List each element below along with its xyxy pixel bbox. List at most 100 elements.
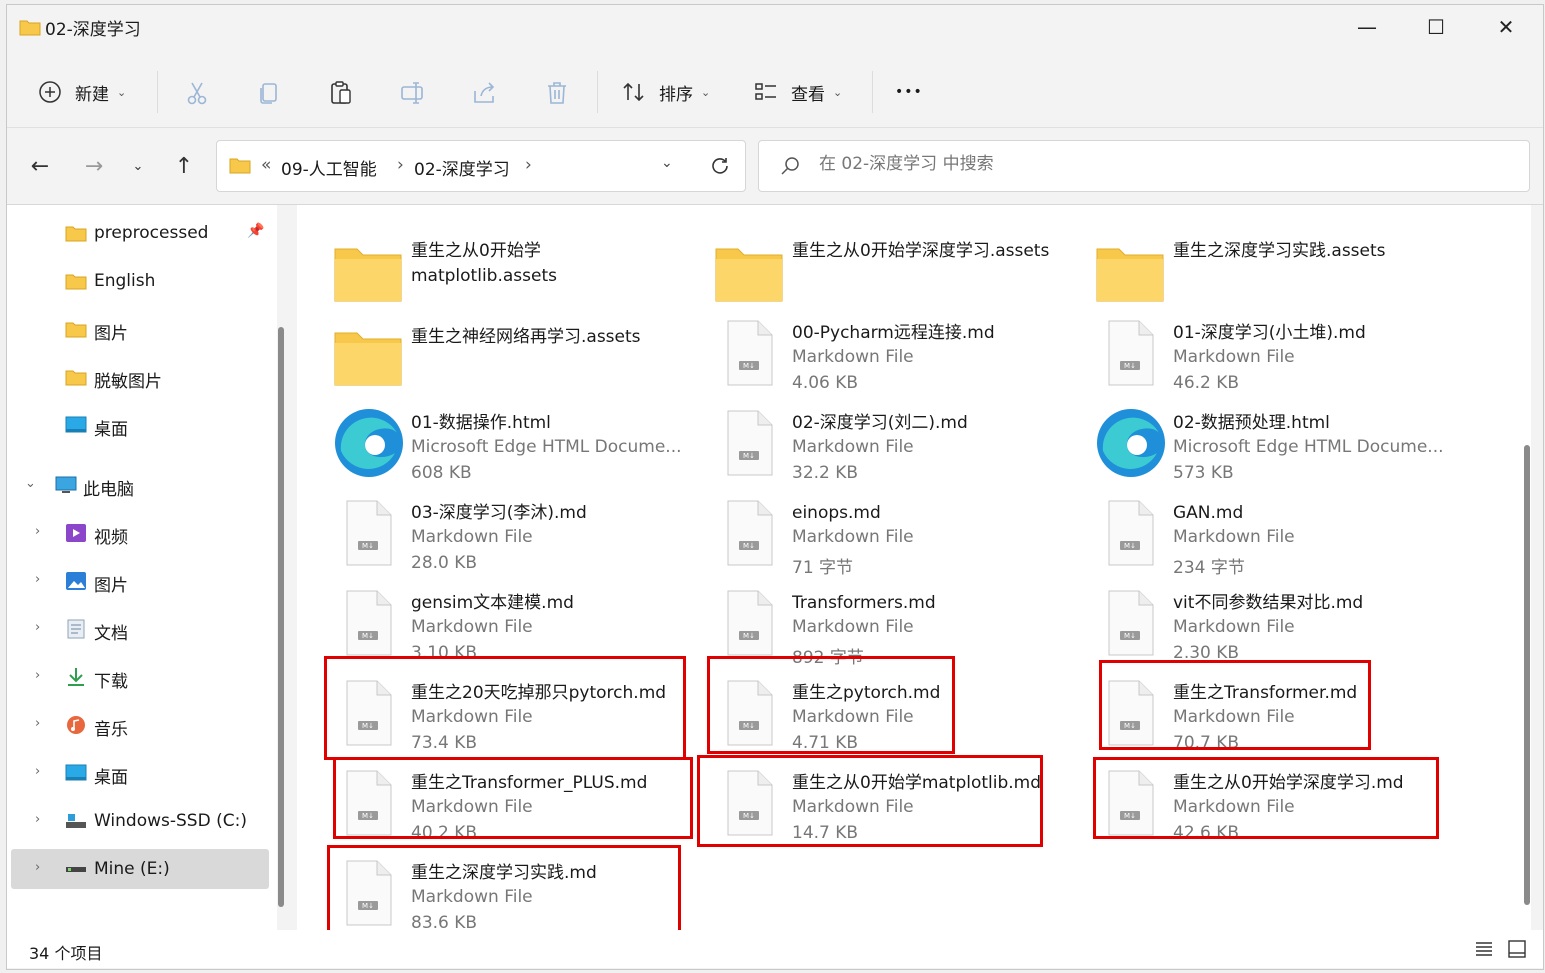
- sidebar-item-desktop[interactable]: › 桌面: [11, 753, 269, 793]
- sidebar-item-pictures[interactable]: › 图片: [11, 561, 269, 601]
- details-view-icon[interactable]: [1475, 940, 1493, 958]
- sidebar-item-documents[interactable]: › 文档: [11, 609, 269, 649]
- sidebar-item-label: 文档: [94, 624, 128, 644]
- cut-icon[interactable]: [183, 79, 211, 107]
- markdown-file-icon: M↓: [1108, 500, 1154, 566]
- folder-icon: [65, 226, 87, 242]
- pin-icon[interactable]: 📌: [247, 223, 264, 239]
- chevron-right-icon[interactable]: ›: [35, 620, 40, 635]
- plus-circle-icon: [39, 81, 61, 103]
- search-box[interactable]: [758, 140, 1530, 192]
- svg-text:M↓: M↓: [743, 362, 755, 370]
- sidebar-item-drive-c[interactable]: › Windows-SSD (C:): [11, 801, 269, 841]
- back-button[interactable]: ←: [25, 152, 55, 182]
- address-bar[interactable]: « 09-人工智能 › 02-深度学习 › ⌄: [216, 140, 746, 192]
- file-name: 02-数据预处理.html: [1173, 413, 1330, 433]
- file-type: Microsoft Edge HTML Docume...: [1173, 437, 1444, 457]
- music-icon: [67, 716, 85, 734]
- breadcrumb-overflow[interactable]: «: [261, 155, 271, 175]
- file-type: Markdown File: [411, 527, 533, 547]
- sidebar-item-label: 下载: [94, 672, 128, 692]
- file-tile[interactable]: M↓ 02-深度学习(刘二).md Markdown File 32.2 KB: [712, 403, 1082, 487]
- new-button[interactable]: 新建 ⌄: [37, 77, 126, 107]
- file-tile[interactable]: 重生之神经网络再学习.assets: [331, 317, 701, 401]
- file-type: Markdown File: [411, 617, 533, 637]
- file-tile[interactable]: 重生之从0开始学 matplotlib.assets: [331, 233, 701, 317]
- file-tile[interactable]: M↓ gensim文本建模.md Markdown File 3.10 KB: [331, 583, 701, 667]
- file-tile[interactable]: M↓ Transformers.md Markdown File 892 字节: [712, 583, 1082, 668]
- sidebar-scrollbar[interactable]: [278, 327, 284, 907]
- file-tile[interactable]: M↓ einops.md Markdown File 71 字节: [712, 493, 1082, 578]
- chevron-right-icon[interactable]: ›: [35, 572, 40, 587]
- sort-button[interactable]: 排序 ⌄: [621, 77, 710, 107]
- more-options-button[interactable]: •••: [895, 77, 923, 107]
- share-icon[interactable]: [471, 79, 499, 107]
- sidebar-item-masked-images[interactable]: 脱敏图片: [11, 357, 269, 397]
- breadcrumb-separator[interactable]: ›: [525, 155, 532, 175]
- sidebar-item-downloads[interactable]: › 下载: [11, 657, 269, 697]
- window-title: 02-深度学习: [45, 20, 141, 40]
- sidebar-item-english[interactable]: English: [11, 261, 269, 301]
- file-tile[interactable]: 01-数据操作.html Microsoft Edge HTML Docume.…: [331, 403, 701, 487]
- paste-icon[interactable]: [327, 79, 355, 107]
- minimize-button[interactable]: —: [1332, 5, 1402, 49]
- up-button[interactable]: ↑: [169, 152, 199, 182]
- file-type: Markdown File: [1173, 617, 1295, 637]
- copy-icon[interactable]: [255, 79, 283, 107]
- command-bar: 新建 ⌄ 排序 ⌄ 查看 ⌄ •••: [7, 53, 1543, 128]
- folder-icon: [334, 332, 402, 386]
- breadcrumb-item[interactable]: 09-人工智能: [281, 155, 377, 180]
- sidebar-item-music[interactable]: › 音乐: [11, 705, 269, 745]
- svg-text:M↓: M↓: [743, 632, 755, 640]
- file-tile[interactable]: M↓ 00-Pycharm远程连接.md Markdown File 4.06 …: [712, 313, 1082, 397]
- tiles-view-icon[interactable]: [1508, 940, 1526, 958]
- delete-icon[interactable]: [543, 79, 571, 107]
- sidebar-item-videos[interactable]: › 视频: [11, 513, 269, 553]
- sidebar-item-label: English: [94, 271, 156, 291]
- chevron-down-icon: ⌄: [117, 85, 127, 99]
- chevron-right-icon[interactable]: ›: [35, 668, 40, 683]
- sidebar-item-label: 音乐: [94, 720, 128, 740]
- search-input[interactable]: [817, 153, 1421, 175]
- file-name: gensim文本建模.md: [411, 593, 574, 613]
- sidebar-item-drive-e[interactable]: › Mine (E:): [11, 849, 269, 889]
- sort-icon: [623, 82, 644, 102]
- file-tile[interactable]: M↓ GAN.md Markdown File 234 字节: [1093, 493, 1463, 578]
- sidebar-item-preprocessed[interactable]: preprocessed 📌: [11, 213, 269, 253]
- recent-locations-button[interactable]: ⌄: [123, 152, 153, 182]
- sidebar-item-this-pc[interactable]: ⌄ 此电脑: [11, 465, 269, 505]
- sidebar-item-images-folder[interactable]: 图片: [11, 309, 269, 349]
- navigation-pane: preprocessed 📌 English 图片 脱敏图片 桌面 ⌄ 此电脑 …: [7, 205, 277, 930]
- refresh-icon[interactable]: [709, 155, 731, 177]
- view-button[interactable]: 查看 ⌄: [753, 77, 842, 107]
- address-dropdown-icon[interactable]: ⌄: [661, 155, 673, 171]
- file-name: 01-数据操作.html: [411, 413, 551, 433]
- close-button[interactable]: ✕: [1471, 5, 1541, 49]
- breadcrumb-separator[interactable]: ›: [397, 155, 404, 175]
- desktop-icon: [65, 764, 87, 781]
- file-tile[interactable]: 重生之从0开始学深度学习.assets: [712, 233, 1082, 317]
- file-tile[interactable]: M↓ 01-深度学习(小土堆).md Markdown File 46.2 KB: [1093, 313, 1463, 397]
- address-row: ← → ⌄ ↑ « 09-人工智能 › 02-深度学习 › ⌄: [7, 128, 1543, 205]
- documents-icon: [67, 619, 85, 639]
- highlight-box: [327, 845, 681, 941]
- forward-button[interactable]: →: [79, 152, 109, 182]
- highlight-box: [333, 757, 693, 839]
- content-scrollbar[interactable]: [1524, 445, 1530, 905]
- svg-text:M↓: M↓: [1124, 362, 1136, 370]
- sidebar-item-desktop-quick[interactable]: 桌面: [11, 405, 269, 445]
- chevron-right-icon[interactable]: ›: [35, 764, 40, 779]
- file-tile[interactable]: M↓ vit不同参数结果对比.md Markdown File 2.30 KB: [1093, 583, 1463, 667]
- chevron-right-icon[interactable]: ›: [35, 812, 40, 827]
- maximize-button[interactable]: ☐: [1401, 5, 1471, 49]
- rename-icon[interactable]: [399, 79, 427, 107]
- chevron-down-icon[interactable]: ⌄: [25, 476, 36, 491]
- markdown-file-icon: M↓: [727, 320, 773, 386]
- chevron-right-icon[interactable]: ›: [35, 860, 40, 875]
- chevron-right-icon[interactable]: ›: [35, 524, 40, 539]
- file-tile[interactable]: 02-数据预处理.html Microsoft Edge HTML Docume…: [1093, 403, 1463, 487]
- file-tile[interactable]: 重生之深度学习实践.assets: [1093, 233, 1463, 317]
- file-tile[interactable]: M↓ 03-深度学习(李沐).md Markdown File 28.0 KB: [331, 493, 701, 577]
- chevron-right-icon[interactable]: ›: [35, 716, 40, 731]
- breadcrumb-item[interactable]: 02-深度学习: [414, 155, 510, 180]
